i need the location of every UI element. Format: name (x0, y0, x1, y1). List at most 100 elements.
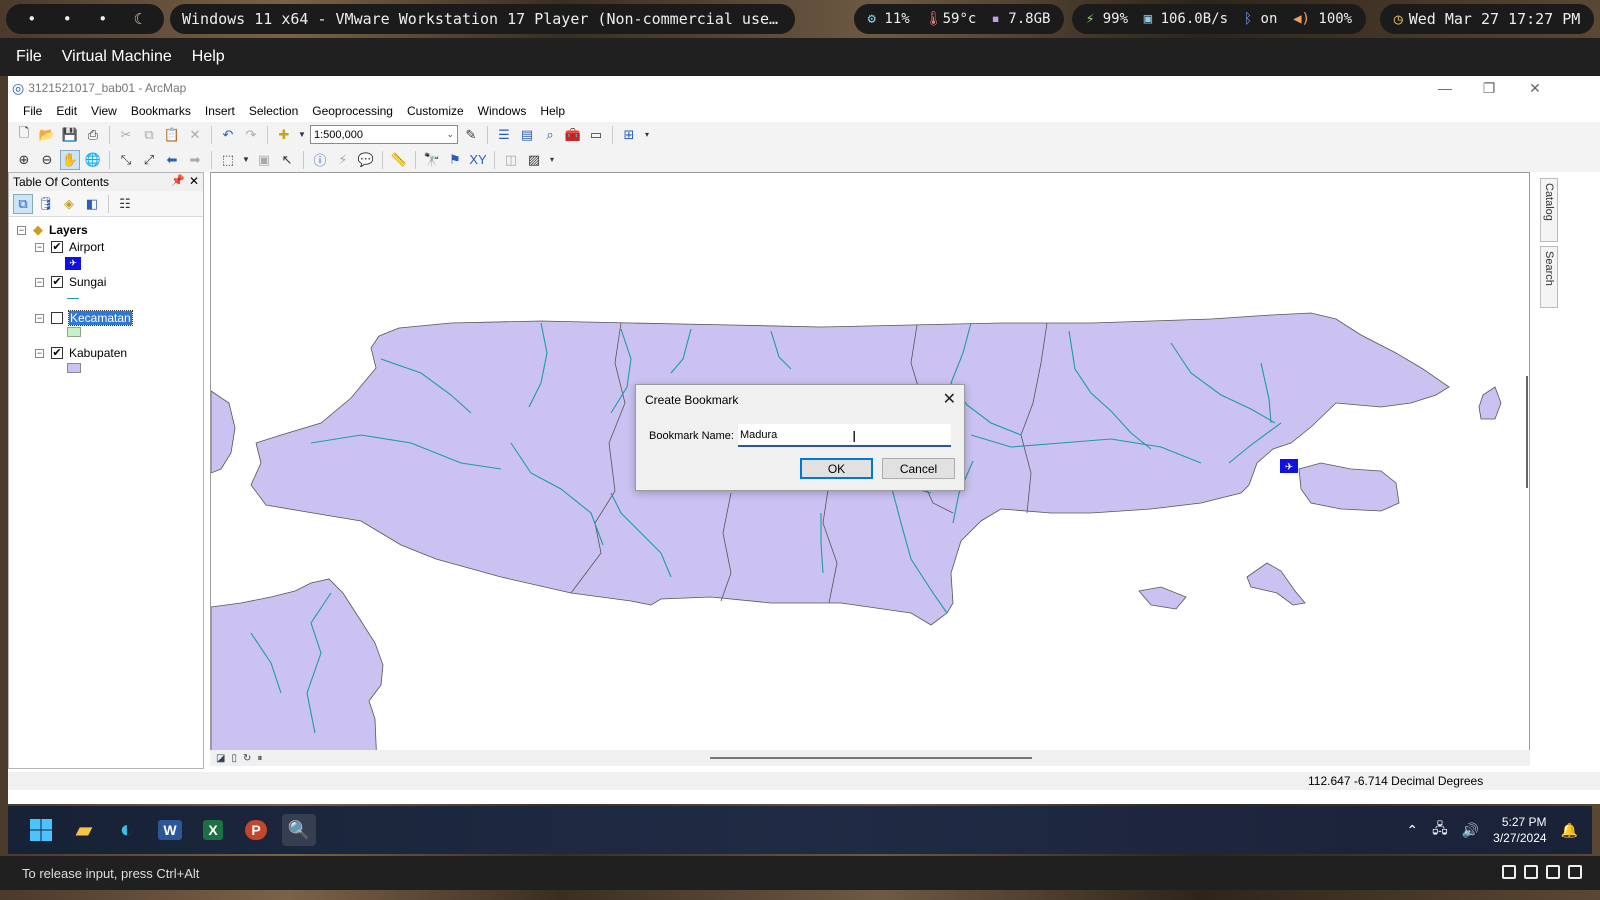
arcmap-taskbar-icon[interactable]: 🔍 (282, 814, 316, 846)
layer-airport[interactable]: − ✔ Airport (35, 240, 104, 254)
catalog-tab[interactable]: Catalog (1540, 178, 1558, 242)
menu-view[interactable]: View (84, 104, 124, 118)
bookmark-name-input[interactable] (738, 424, 951, 447)
menu-file[interactable]: File (16, 104, 49, 118)
clock-pill[interactable]: ◷ Wed Mar 27 17:27 PM (1380, 4, 1594, 34)
collapse-icon[interactable]: − (35, 348, 44, 358)
find-route-icon[interactable]: ⚑ (445, 150, 465, 170)
html-popup-icon[interactable]: 💬 (356, 150, 376, 170)
powerpoint-icon[interactable]: P (239, 814, 273, 846)
python-window-icon[interactable]: ▭ (586, 125, 606, 145)
workspace-1[interactable]: • (27, 10, 36, 28)
vm-menu-help[interactable]: Help (192, 48, 225, 66)
layer-visibility-checkbox[interactable]: ✔ (51, 276, 63, 288)
layer-name[interactable]: Kecamatan (68, 310, 133, 326)
layers-root[interactable]: − ◆ Layers (17, 222, 88, 238)
layer-name[interactable]: Airport (69, 240, 104, 254)
find-binoculars-icon[interactable]: 🔭 (422, 150, 442, 170)
notification-bell-icon[interactable]: 🔔 (1561, 822, 1578, 839)
new-document-icon[interactable]: 🗋 (14, 125, 34, 145)
cancel-button[interactable]: Cancel (882, 458, 955, 479)
collapse-icon[interactable]: − (35, 313, 44, 323)
list-by-drawing-order-icon[interactable]: ⧉ (13, 193, 33, 214)
vertical-scrollbar[interactable] (1526, 376, 1528, 488)
undo-icon[interactable]: ↶ (218, 125, 238, 145)
cut-icon[interactable]: ✂ (116, 125, 136, 145)
ok-button[interactable]: OK (800, 458, 873, 479)
add-data-icon[interactable]: ✚ (274, 125, 294, 145)
layer-visibility-checkbox[interactable]: ✔ (51, 241, 63, 253)
menu-selection[interactable]: Selection (242, 104, 305, 118)
catalog-window-icon[interactable]: ▤ (517, 125, 537, 145)
search-window-icon[interactable]: ⌕ (540, 125, 560, 145)
layer-visibility-checkbox[interactable] (51, 312, 63, 324)
time-slider-icon[interactable]: ◫ (501, 150, 521, 170)
vm-menu-virtual-machine[interactable]: Virtual Machine (62, 48, 172, 66)
select-elements-icon[interactable]: ↖ (277, 150, 297, 170)
editor-toolbar-icon[interactable]: ✎ (461, 125, 481, 145)
copy-icon[interactable]: ⧉ (139, 125, 159, 145)
speaker-icon[interactable]: 🔊 (1462, 822, 1479, 839)
layer-kecamatan[interactable]: − Kecamatan (35, 310, 133, 326)
sound-device-icon[interactable] (1568, 865, 1582, 879)
go-to-xy-icon[interactable]: XY (468, 150, 488, 170)
list-by-selection-icon[interactable]: ◧ (82, 194, 102, 214)
island-polygon[interactable] (1138, 586, 1187, 610)
layer-name[interactable]: Sungai (69, 275, 106, 289)
menu-customize[interactable]: Customize (400, 104, 471, 118)
start-windows-icon[interactable] (24, 814, 58, 846)
menu-geoprocessing[interactable]: Geoprocessing (305, 104, 400, 118)
full-extent-globe-icon[interactable]: 🌐 (83, 150, 103, 170)
pause-drawing-icon[interactable]: ⏸ (257, 753, 262, 764)
print-icon[interactable]: ⎙ (83, 125, 103, 145)
fixed-zoom-out-icon[interactable]: ⤢ (139, 150, 159, 170)
toc-options-icon[interactable]: ☷ (115, 194, 135, 214)
layer-kabupaten[interactable]: − ✔ Kabupaten (35, 346, 127, 360)
select-dropdown-icon[interactable]: ▼ (241, 150, 251, 170)
menu-edit[interactable]: Edit (49, 104, 84, 118)
map-scale-combobox[interactable]: 1:500,000 ⌄ (310, 125, 458, 144)
clear-selection-icon[interactable]: ▣ (254, 150, 274, 170)
toolbar-options-icon[interactable]: ▾ (547, 150, 557, 170)
chevron-down-icon[interactable]: ⌄ (446, 129, 454, 140)
pan-hand-icon[interactable]: ✋ (60, 149, 80, 170)
file-explorer-icon[interactable]: ▰ (67, 814, 101, 846)
chevron-up-icon[interactable]: ⌃ (1406, 822, 1418, 839)
taskbar-clock[interactable]: 5:27 PM 3/27/2024 (1493, 814, 1546, 846)
open-folder-icon[interactable]: 📂 (37, 125, 57, 145)
collapse-icon[interactable]: − (35, 277, 44, 287)
list-by-visibility-icon[interactable]: ◈ (59, 194, 79, 214)
save-icon[interactable]: 💾 (60, 125, 80, 145)
delete-icon[interactable]: ✕ (185, 125, 205, 145)
edge-browser-icon[interactable]: ◐ (110, 814, 144, 846)
vm-menu-file[interactable]: File (16, 48, 42, 66)
close-button[interactable]: ✕ (1512, 76, 1558, 100)
layer-sungai[interactable]: − ✔ Sungai (35, 275, 106, 289)
toolbar-options-icon[interactable]: ▾ (642, 125, 652, 145)
dialog-close-icon[interactable]: ✕ (943, 389, 956, 409)
data-view-icon[interactable]: ◪ (216, 753, 225, 764)
airport-point-symbol[interactable]: ✈ (1280, 459, 1298, 473)
network-device-icon[interactable] (1524, 865, 1538, 879)
horizontal-scrollbar[interactable] (710, 757, 1032, 759)
workspace-2[interactable]: • (63, 10, 72, 28)
toc-close-icon[interactable]: ✕ (189, 174, 199, 188)
workspace-3[interactable]: • (98, 10, 107, 28)
menu-windows[interactable]: Windows (471, 104, 534, 118)
minimize-button[interactable]: — (1422, 76, 1468, 100)
layout-view-icon[interactable]: ▯ (231, 753, 237, 764)
excel-icon[interactable]: X (196, 814, 230, 846)
select-features-icon[interactable]: ⬚ (218, 150, 238, 170)
refresh-icon[interactable]: ↻ (243, 753, 251, 764)
add-data-dropdown-icon[interactable]: ▼ (297, 125, 307, 145)
zoom-out-icon[interactable]: ⊖ (37, 150, 57, 170)
word-icon[interactable]: W (153, 814, 187, 846)
pin-icon[interactable]: 📌 (171, 174, 185, 187)
back-arrow-icon[interactable]: ⬅ (162, 150, 182, 170)
collapse-icon[interactable]: − (35, 242, 44, 252)
search-tab[interactable]: Search (1540, 246, 1558, 308)
collapse-icon[interactable]: − (17, 225, 26, 235)
menu-bookmarks[interactable]: Bookmarks (124, 104, 198, 118)
redo-icon[interactable]: ↷ (241, 125, 261, 145)
identify-icon[interactable]: ⓘ (310, 150, 330, 170)
